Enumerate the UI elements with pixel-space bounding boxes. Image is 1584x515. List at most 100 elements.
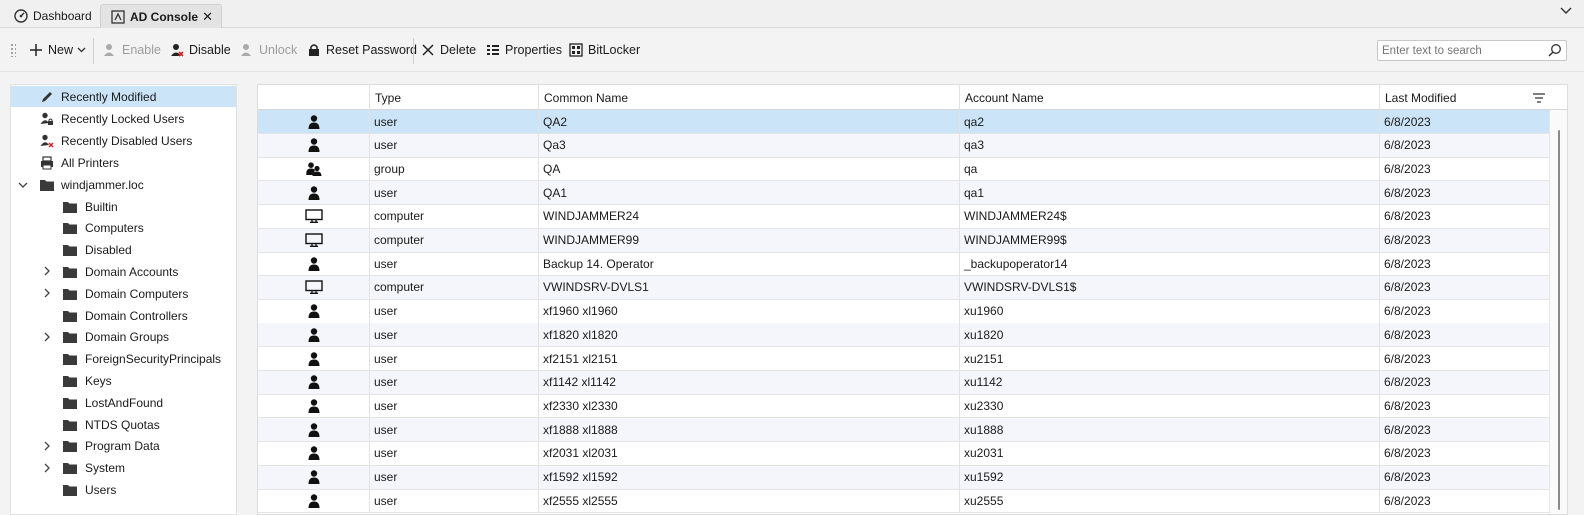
tree-item-folder[interactable]: Computers [11,218,236,239]
user-icon [258,110,370,133]
user-icon [258,489,370,513]
table-row[interactable]: user QA1 qa1 6/8/2023 [258,181,1550,206]
chevron-down-icon[interactable] [1560,6,1572,18]
folder-icon [62,417,78,433]
table-row[interactable]: computer VWINDSRV-DVLS1 VWINDSRV-DVLS1$ 6/8… [258,275,1550,300]
tree-item-folder[interactable]: Builtin [11,196,236,217]
chevron-right-icon[interactable] [42,463,52,473]
tree-item-folder[interactable]: Program Data [11,436,236,457]
cell-last-modified: 6/8/2023 [1384,304,1431,319]
bitlocker-button[interactable]: BitLocker [569,40,640,60]
tree-item-folder[interactable]: Domain Controllers [11,305,236,326]
vertical-scrollbar[interactable] [1549,110,1567,514]
tree-item-recently-modified[interactable]: Recently Modified [11,86,236,107]
chevron-right-icon[interactable] [42,332,52,342]
tree-item-folder[interactable]: Domain Accounts [11,261,236,282]
cell-common-name: xf1888 xl1888 [539,418,960,442]
pencil-icon [39,89,55,105]
properties-button[interactable]: Properties [486,40,562,60]
chevron-down-icon[interactable] [18,180,28,190]
cell-type: user [370,133,539,157]
user-icon [258,347,370,370]
table-row[interactable]: user xf1960 xl1960 xu1960 6/8/2023 [258,299,1550,324]
cell-common-name: xf2330 xl2330 [539,394,960,418]
enable-user-icon [104,44,114,56]
cell-last-modified: 6/8/2023 [1384,233,1431,247]
disable-button[interactable]: Disable [170,40,231,60]
chevron-right-icon[interactable] [42,266,52,276]
chevron-right-icon[interactable] [42,441,52,451]
table-row[interactable]: computer WINDJAMMER24 WINDJAMMER24$ 6/8/202… [258,204,1550,229]
cell-last-modified: 6/8/2023 [1384,161,1431,176]
enable-button[interactable]: Enable [103,40,161,60]
table-row[interactable]: user xf2330 xl2330 xu2330 6/8/2023 [258,394,1550,419]
tree-item-folder[interactable]: NTDS Quotas [11,414,236,435]
tree-item-folder[interactable]: Domain Groups [11,327,236,348]
folder-icon [62,482,78,498]
cell-type: user [370,465,539,489]
tree-item-label: Domain Computers [85,286,189,301]
group-icon [258,157,370,181]
table-row[interactable]: user xf2151 xl2151 xu2151 6/8/2023 [258,347,1550,371]
cell-last-modified: 6/8/2023 [1384,446,1431,461]
column-header-last-modified[interactable]: Last Modified [1380,85,1550,110]
table-row[interactable]: user xf1142 xl1142 xu1142 6/8/2023 [258,370,1550,395]
folder-icon [62,438,78,454]
cell-type: computer [370,275,539,299]
search-box[interactable] [1377,40,1567,61]
cell-last-modified: 6/8/2023 [1384,470,1431,484]
tree-item-folder[interactable]: Users [11,479,236,500]
tree-item-label: Program Data [85,439,160,454]
column-header-type[interactable]: Type [370,85,539,110]
tree-item-all-printers[interactable]: All Printers [11,152,236,173]
table-row[interactable]: computer WINDJAMMER99 WINDJAMMER99$ 6/8/202… [258,228,1550,253]
table-row[interactable]: user xf2031 xl2031 xu2031 6/8/2023 [258,441,1550,466]
tree-item-label: Builtin [85,199,118,214]
table-row[interactable]: user xf1888 xl1888 xu1888 6/8/2023 [258,418,1550,443]
column-header-account-name[interactable]: Account Name [960,85,1380,110]
delete-button[interactable]: Delete [421,40,476,60]
tree-item-label: ForeignSecurityPrincipals [85,352,222,367]
table-row[interactable]: user xf1592 xl1592 xu1592 6/8/2023 [258,465,1550,490]
tree-item-recently-disabled-users[interactable]: Recently Disabled Users [11,130,236,151]
reset-password-button[interactable]: Reset Password [307,40,417,60]
tree-item-folder[interactable]: Keys [11,370,236,391]
chevron-right-icon[interactable] [42,288,52,298]
cell-account-name: xu2031 [960,441,1380,465]
search-input[interactable] [1378,41,1538,60]
scrollbar-thumb[interactable] [1558,130,1560,510]
column-header-icon[interactable] [258,85,370,110]
enable-label: Enable [122,43,161,57]
tree-item-folder[interactable]: ForeignSecurityPrincipals [11,349,236,370]
tree-item-label: Recently Disabled Users [61,133,193,148]
tab-dashboard[interactable]: Dashboard [4,4,96,28]
tree-item-folder[interactable]: System [11,458,236,479]
tree-item-folder[interactable]: LostAndFound [11,392,236,413]
new-button[interactable]: New [29,40,86,60]
tree-item-domain[interactable]: windjammer.loc [11,174,236,195]
cell-account-name: xu2330 [960,394,1380,418]
table-row[interactable]: user xf2555 xl2555 xu2555 6/8/2023 [258,489,1550,514]
tree-item-folder[interactable]: Disabled [11,240,236,261]
cell-last-modified: 6/8/2023 [1384,375,1431,390]
column-header-common-name[interactable]: Common Name [539,85,960,110]
tree-item-label: Recently Locked Users [61,111,185,126]
toolbar-grip[interactable] [10,43,16,57]
search-icon[interactable] [1548,43,1562,60]
tab-ad-console[interactable]: AD Console ✕ [100,4,222,28]
tree-item-recently-locked-users[interactable]: Recently Locked Users [11,108,236,129]
table-row[interactable]: group QA qa 6/8/2023 [258,157,1550,182]
plus-icon [30,44,42,56]
filter-icon[interactable] [1533,92,1545,106]
tree-item-folder[interactable]: Domain Computers [11,283,236,304]
table-row[interactable]: user Qa3 qa3 6/8/2023 [258,133,1550,158]
cell-type: user [370,323,539,347]
cell-common-name: xf1592 xl1592 [539,465,960,489]
unlock-button[interactable]: Unlock [240,40,297,60]
table-row[interactable]: user xf1820 xl1820 xu1820 6/8/2023 [258,323,1550,348]
close-tab-icon[interactable]: ✕ [202,9,213,25]
disable-user-icon [171,44,184,57]
table-row[interactable]: user Backup 14. Operator _backupoperator14… [258,252,1550,277]
disabled-user-icon [39,133,55,149]
table-row[interactable]: user QA2 qa2 6/8/2023 [258,110,1550,134]
